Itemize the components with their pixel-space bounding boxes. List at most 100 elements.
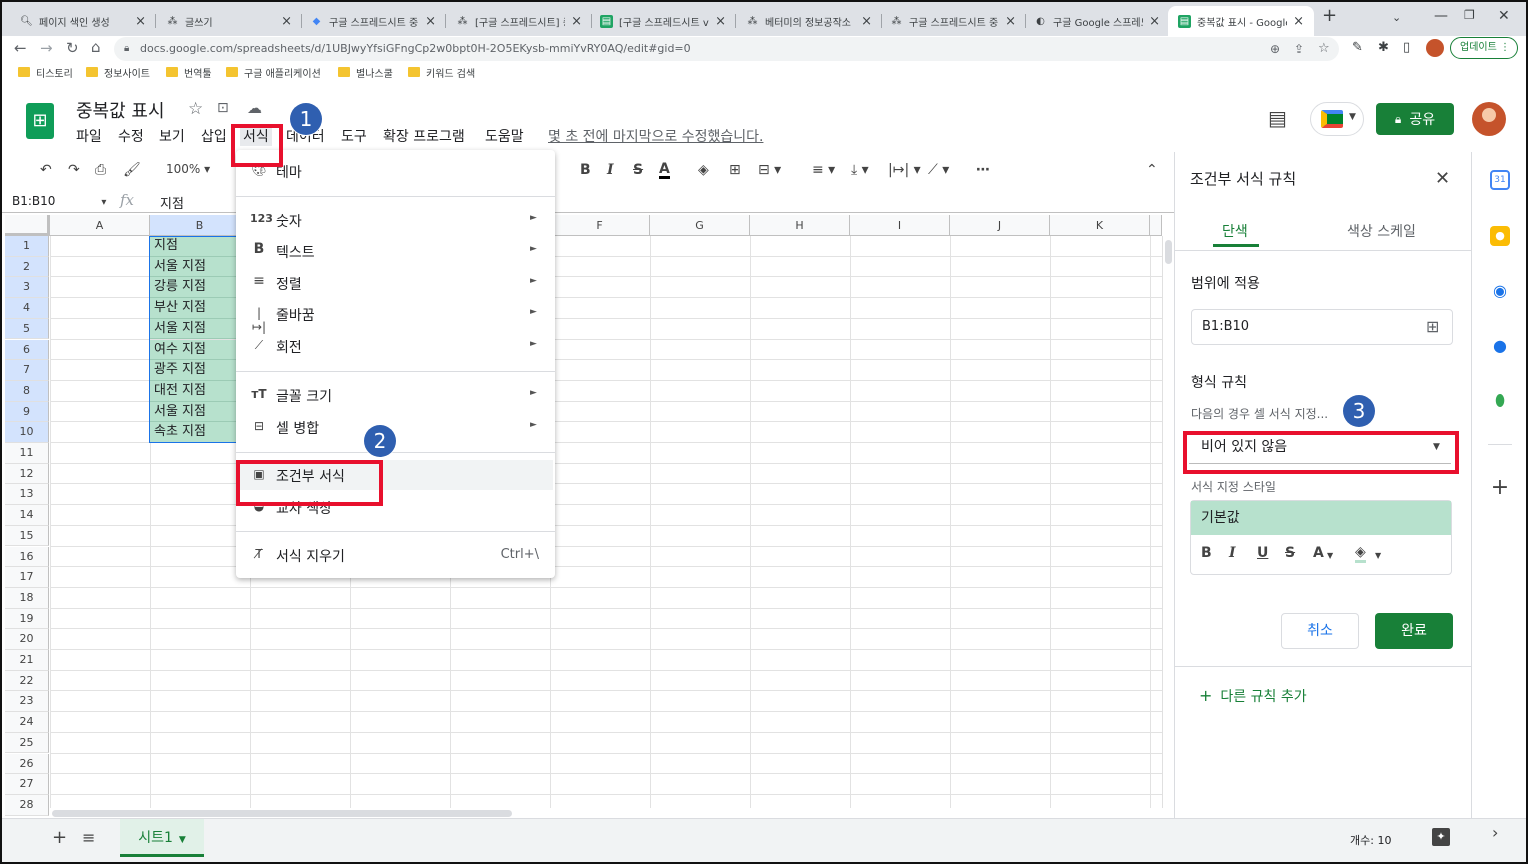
menu-tools[interactable]: 도구 [341, 126, 367, 146]
comment-icon[interactable]: ▤ [1268, 106, 1287, 130]
zoom-select[interactable]: 100% ▾ [166, 162, 210, 176]
star-icon[interactable]: ☆ [188, 99, 203, 119]
bookmark[interactable]: 번역툴 [166, 64, 212, 80]
print-icon[interactable]: ⎙ [95, 162, 106, 178]
bookmark[interactable]: 키워드 검색 [408, 64, 475, 80]
select-all-corner[interactable] [5, 215, 50, 236]
menu-item-theme[interactable]: 🎨︎ 테마 [236, 156, 555, 186]
minimize-icon[interactable]: — [1434, 8, 1448, 24]
merge-cells-icon[interactable]: ⊟ ▾ [758, 162, 781, 178]
browser-tab[interactable]: ⁂ 베터미의 정보공작소 × [736, 6, 882, 36]
cell-b[interactable]: 서울 지점 [150, 256, 236, 278]
meet-button[interactable]: ▼ [1310, 102, 1364, 136]
bold-icon[interactable]: B [580, 162, 591, 178]
row-header[interactable]: 18 [5, 587, 49, 609]
grid-select-icon[interactable]: ⊞ [1426, 310, 1439, 344]
add-addon-icon[interactable]: + [1490, 477, 1510, 499]
row-header[interactable]: 9 [5, 401, 49, 423]
rotate-icon[interactable]: ⟋ ▾ [928, 162, 949, 178]
more-icon[interactable]: ⋯ [976, 162, 990, 178]
formula-input[interactable]: 지점 [160, 193, 184, 212]
sheets-logo-icon[interactable]: ⊞ [26, 103, 54, 139]
account-avatar[interactable] [1472, 102, 1506, 136]
row-header[interactable]: 23 [5, 691, 49, 713]
menu-item-clear-format[interactable]: T̸ 서식 지우기 Ctrl+\ [236, 540, 555, 570]
column-header[interactable]: J [950, 215, 1050, 236]
calendar-icon[interactable]: 31 [1490, 170, 1510, 190]
chevron-down-icon[interactable]: ⌄ [1392, 11, 1401, 24]
sheet-tab[interactable]: 시트1 ▼ [120, 819, 204, 857]
menu-item-font-size[interactable]: тT 글꼴 크기 ► [236, 380, 555, 410]
column-header[interactable]: F [550, 215, 650, 236]
menu-help[interactable]: 도움말 [485, 126, 524, 146]
close-tab-icon[interactable]: × [1293, 14, 1304, 29]
bookmark[interactable]: 티스토리 [18, 64, 73, 80]
column-header[interactable]: K [1050, 215, 1150, 236]
bookmark[interactable]: 정보사이트 [86, 64, 150, 80]
profile-avatar[interactable] [1426, 39, 1444, 57]
row-header[interactable]: 25 [5, 732, 49, 754]
explore-icon[interactable]: ✦ [1432, 828, 1450, 846]
browser-tab[interactable]: ⁂ [구글 스프레드시트] 중 × [446, 6, 592, 36]
tasks-icon[interactable]: ◉ [1490, 281, 1510, 301]
close-tab-icon[interactable]: × [571, 14, 582, 29]
new-tab-icon[interactable]: + [1322, 5, 1337, 26]
strikethrough-icon[interactable]: S [633, 162, 643, 178]
range-input[interactable]: B1:B10 ⊞ [1191, 309, 1453, 345]
browser-tab[interactable]: ▤ [구글 스프레드시트 vl × [590, 6, 736, 36]
cell-b[interactable]: 강릉 지점 [150, 277, 236, 299]
restore-icon[interactable]: ❐ [1464, 8, 1475, 22]
reload-icon[interactable]: ↻ [66, 39, 79, 57]
scroll-thumb[interactable] [1165, 240, 1172, 264]
row-header[interactable]: 21 [5, 650, 49, 671]
scroll-thumb[interactable] [52, 810, 512, 817]
close-tab-icon[interactable]: × [281, 14, 292, 29]
bookmark[interactable]: 구글 애플리케이션 [226, 64, 321, 80]
share-page-icon[interactable]: ⇪ [1294, 37, 1304, 61]
row-header[interactable]: 7 [5, 360, 49, 381]
column-header[interactable]: H [750, 215, 850, 236]
align-icon[interactable]: ≡ ▾ [812, 162, 835, 178]
wrap-icon[interactable]: |↦| ▾ [888, 162, 921, 178]
cancel-button[interactable]: 취소 [1281, 613, 1359, 649]
cell-b[interactable]: 지점 [150, 236, 236, 257]
close-icon[interactable]: ✕ [1435, 168, 1450, 189]
done-button[interactable]: 완료 [1375, 613, 1453, 649]
row-header[interactable]: 11 [5, 443, 49, 464]
menu-item-rotate[interactable]: ⟋ 회전 ► [236, 331, 555, 361]
row-header[interactable]: 20 [5, 629, 49, 650]
home-icon[interactable]: ⌂ [91, 38, 101, 56]
close-tab-icon[interactable]: × [1005, 14, 1016, 29]
row-header[interactable]: 3 [5, 277, 49, 299]
column-header[interactable]: I [850, 215, 950, 236]
menu-insert[interactable]: 삽입 [201, 126, 227, 146]
text-color-icon[interactable]: A [659, 162, 670, 179]
row-header[interactable]: 26 [5, 753, 49, 775]
column-header[interactable]: A [50, 215, 150, 236]
browser-tab[interactable]: 🔍︎ 페이지 색인 생성 × [10, 6, 156, 36]
pen-extension-icon[interactable]: ✎ [1352, 40, 1363, 55]
cloud-status-icon[interactable]: ☁ [247, 99, 262, 117]
puzzle-extension-icon[interactable]: ✱ [1378, 40, 1389, 55]
star-icon[interactable]: ☆ [1318, 37, 1330, 61]
menu-view[interactable]: 보기 [159, 126, 185, 146]
style-preview[interactable]: 기본값 [1191, 501, 1451, 535]
row-header[interactable]: 6 [5, 339, 49, 361]
all-sheets-icon[interactable]: ≡ [82, 828, 95, 847]
keep-icon[interactable]: ● [1490, 226, 1510, 246]
row-header[interactable]: 12 [5, 463, 49, 485]
cell-b[interactable]: 부산 지점 [150, 298, 236, 319]
close-tab-icon[interactable]: × [715, 14, 726, 29]
tab-color-scale[interactable]: 색상 스케일 [1347, 221, 1416, 241]
close-tab-icon[interactable]: × [1149, 14, 1160, 29]
column-header[interactable]: B [150, 215, 250, 236]
cell-b[interactable]: 광주 지점 [150, 360, 236, 381]
browser-tab-active[interactable]: ▤ 중복값 표시 - Google × [1168, 6, 1314, 36]
menu-file[interactable]: 파일 [76, 126, 102, 146]
maps-icon[interactable]: ⬮ [1490, 391, 1510, 411]
menu-item-wrap[interactable]: |↦| 줄바꿈 ► [236, 299, 555, 334]
cell-b[interactable]: 여수 지점 [150, 339, 236, 361]
browser-tab[interactable]: ◐ 구글 Google 스프레드 × [1024, 6, 1170, 36]
add-sheet-icon[interactable]: + [52, 827, 67, 848]
tab-single-color[interactable]: 단색 [1222, 221, 1248, 241]
